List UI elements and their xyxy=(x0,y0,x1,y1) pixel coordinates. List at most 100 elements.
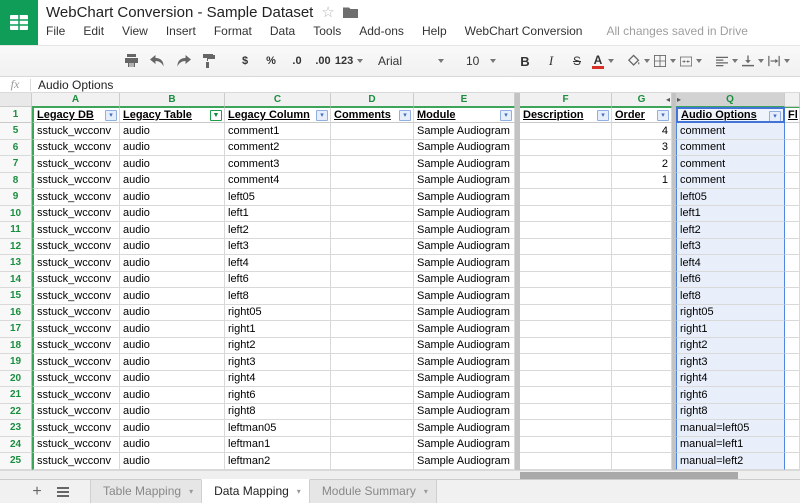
cell-q13[interactable]: left4 xyxy=(676,255,785,272)
cell-c24[interactable]: leftman1 xyxy=(225,437,331,454)
font-size-select[interactable]: 10 xyxy=(460,50,502,72)
cell-a13[interactable]: sstuck_wcconv xyxy=(32,255,120,272)
cell-c21[interactable]: right6 xyxy=(225,387,331,404)
cell-b24[interactable]: audio xyxy=(120,437,225,454)
cell-f15[interactable] xyxy=(520,288,612,305)
row-header-22[interactable]: 22 xyxy=(0,404,32,421)
cell-e25[interactable]: Sample Audiogram xyxy=(414,453,515,470)
cell-b11[interactable]: audio xyxy=(120,222,225,239)
cell-b7[interactable]: audio xyxy=(120,156,225,173)
save-status[interactable]: All changes saved in Drive xyxy=(606,24,747,38)
undo-icon[interactable] xyxy=(146,50,168,72)
cell-d23[interactable] xyxy=(331,420,414,437)
cell-b5[interactable]: audio xyxy=(120,123,225,140)
active-filter-icon-b[interactable]: ▼ xyxy=(210,110,222,121)
vertical-align-button[interactable] xyxy=(742,50,764,72)
column-header-d[interactable]: D xyxy=(331,93,414,107)
cell-q16[interactable]: right05 xyxy=(676,305,785,322)
cell-q7[interactable]: comment xyxy=(676,156,785,173)
cell-e16[interactable]: Sample Audiogram xyxy=(414,305,515,322)
column-header-a[interactable]: A xyxy=(32,93,120,107)
cell-c11[interactable]: left2 xyxy=(225,222,331,239)
cell-f5[interactable] xyxy=(520,123,612,140)
tab-menu-arrow-icon[interactable]: ▾ xyxy=(297,487,301,496)
all-sheets-icon[interactable] xyxy=(50,480,76,503)
cell-r16-partial[interactable] xyxy=(785,305,800,322)
redo-icon[interactable] xyxy=(172,50,194,72)
cell-d5[interactable] xyxy=(331,123,414,140)
cell-c15[interactable]: left8 xyxy=(225,288,331,305)
menu-data[interactable]: Data xyxy=(270,24,295,38)
format-currency-button[interactable]: $ xyxy=(234,50,256,72)
filter-dropdown-icon-q[interactable]: ▾ xyxy=(769,111,781,122)
cell-e1[interactable]: Module▾ xyxy=(414,107,515,123)
cell-q6[interactable]: comment xyxy=(676,140,785,157)
cell-c5[interactable]: comment1 xyxy=(225,123,331,140)
cell-r20-partial[interactable] xyxy=(785,371,800,388)
cell-a19[interactable]: sstuck_wcconv xyxy=(32,354,120,371)
cell-r10-partial[interactable] xyxy=(785,206,800,223)
cell-e14[interactable]: Sample Audiogram xyxy=(414,272,515,289)
cell-b16[interactable]: audio xyxy=(120,305,225,322)
print-icon[interactable] xyxy=(120,50,142,72)
cell-c17[interactable]: right1 xyxy=(225,321,331,338)
menu-edit[interactable]: Edit xyxy=(83,24,104,38)
cell-c7[interactable]: comment3 xyxy=(225,156,331,173)
row-header-6[interactable]: 6 xyxy=(0,140,32,157)
cell-f14[interactable] xyxy=(520,272,612,289)
cell-b25[interactable]: audio xyxy=(120,453,225,470)
column-header-f[interactable]: F xyxy=(520,93,612,107)
cell-f19[interactable] xyxy=(520,354,612,371)
cell-f17[interactable] xyxy=(520,321,612,338)
cell-c13[interactable]: left4 xyxy=(225,255,331,272)
horizontal-align-button[interactable] xyxy=(716,50,738,72)
cell-q8[interactable]: comment xyxy=(676,173,785,190)
cell-d1[interactable]: Comments▾ xyxy=(331,107,414,123)
cell-a15[interactable]: sstuck_wcconv xyxy=(32,288,120,305)
cell-q22[interactable]: right8 xyxy=(676,404,785,421)
cell-a18[interactable]: sstuck_wcconv xyxy=(32,338,120,355)
cell-c25[interactable]: leftman2 xyxy=(225,453,331,470)
menu-add-ons[interactable]: Add-ons xyxy=(359,24,404,38)
cell-d13[interactable] xyxy=(331,255,414,272)
cell-a16[interactable]: sstuck_wcconv xyxy=(32,305,120,322)
tab-menu-arrow-icon[interactable]: ▾ xyxy=(189,487,193,496)
cell-d6[interactable] xyxy=(331,140,414,157)
row-header-25[interactable]: 25 xyxy=(0,453,32,470)
cell-g5[interactable]: 4 xyxy=(612,123,672,140)
cell-d14[interactable] xyxy=(331,272,414,289)
cell-e9[interactable]: Sample Audiogram xyxy=(414,189,515,206)
font-family-select[interactable]: Arial xyxy=(372,50,450,72)
cell-e7[interactable]: Sample Audiogram xyxy=(414,156,515,173)
cell-e5[interactable]: Sample Audiogram xyxy=(414,123,515,140)
row-header-23[interactable]: 23 xyxy=(0,420,32,437)
cell-e21[interactable]: Sample Audiogram xyxy=(414,387,515,404)
cell-f1[interactable]: Description▾ xyxy=(520,107,612,123)
cell-g8[interactable]: 1 xyxy=(612,173,672,190)
cell-c19[interactable]: right3 xyxy=(225,354,331,371)
row-header-13[interactable]: 13 xyxy=(0,255,32,272)
cell-b21[interactable]: audio xyxy=(120,387,225,404)
menu-view[interactable]: View xyxy=(122,24,148,38)
cell-q23[interactable]: manual=left05 xyxy=(676,420,785,437)
cell-g23[interactable] xyxy=(612,420,672,437)
horizontal-scrollbar-thumb[interactable] xyxy=(520,472,738,479)
cell-g1[interactable]: Order▾ xyxy=(612,107,672,123)
menu-insert[interactable]: Insert xyxy=(166,24,196,38)
cell-f10[interactable] xyxy=(520,206,612,223)
tab-menu-arrow-icon[interactable]: ▾ xyxy=(424,487,428,496)
cell-e17[interactable]: Sample Audiogram xyxy=(414,321,515,338)
cell-g16[interactable] xyxy=(612,305,672,322)
cell-c16[interactable]: right05 xyxy=(225,305,331,322)
italic-button[interactable]: I xyxy=(540,50,562,72)
cell-d8[interactable] xyxy=(331,173,414,190)
cell-a1[interactable]: Legacy DB▾ xyxy=(32,107,120,123)
document-title[interactable]: WebChart Conversion - Sample Dataset xyxy=(46,4,313,21)
cell-d17[interactable] xyxy=(331,321,414,338)
cell-q14[interactable]: left6 xyxy=(676,272,785,289)
cell-d9[interactable] xyxy=(331,189,414,206)
cell-r12-partial[interactable] xyxy=(785,239,800,256)
row-header-8[interactable]: 8 xyxy=(0,173,32,190)
row-header-1[interactable]: 1 xyxy=(0,107,32,123)
cell-b23[interactable]: audio xyxy=(120,420,225,437)
